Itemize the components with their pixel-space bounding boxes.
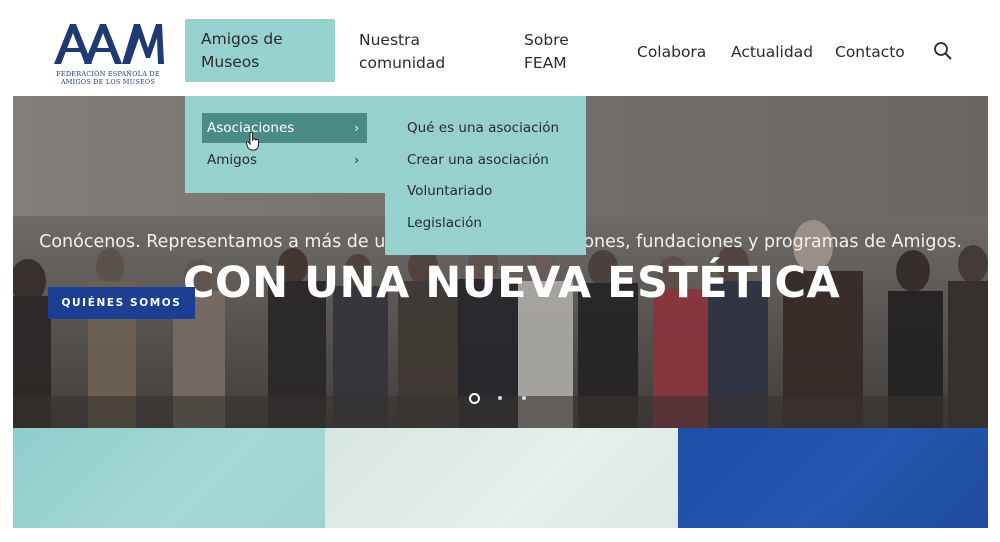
flyout-item-voluntariado[interactable]: Voluntariado [407, 181, 492, 201]
logo-text-line2: AMIGOS DE LOS MUSEOS [60, 78, 156, 86]
flyout-item-que-es-una-asociacion[interactable]: Qué es una asociación [407, 118, 559, 138]
nav-actualidad[interactable]: Actualidad [731, 41, 813, 64]
hand-cursor-icon [246, 132, 259, 151]
nav-label-line1: Sobre [524, 31, 569, 49]
asociaciones-flyout-menu: Qué es una asociación Crear una asociaci… [385, 96, 586, 255]
flyout-item-legislacion[interactable]: Legislación [407, 213, 482, 233]
logo-text-line1: FEDERACIÓN ESPAÑOLA DE [56, 70, 160, 78]
search-icon[interactable] [933, 41, 953, 61]
slider-dot-3[interactable] [522, 396, 526, 400]
nav-contacto[interactable]: Contacto [835, 41, 905, 64]
nav-label-line1: Amigos de [201, 30, 283, 48]
feature-tile-3[interactable] [678, 428, 988, 528]
chevron-right-icon: › [354, 153, 359, 167]
nav-nuestra-comunidad[interactable]: Nuestra comunidad [359, 29, 445, 75]
feam-logo[interactable]: FEDERACIÓN ESPAÑOLA DE AMIGOS DE LOS MUS… [50, 18, 166, 88]
nav-label-line2: comunidad [359, 54, 446, 72]
nav-sobre-feam[interactable]: Sobre FEAM [524, 29, 569, 75]
nav-label-line2: Museos [201, 53, 260, 71]
slider-dot-1[interactable] [469, 393, 480, 404]
submenu-item-label: Amigos [207, 152, 257, 168]
submenu-item-amigos[interactable]: Amigos › [202, 145, 367, 175]
browser-viewport: FEDERACIÓN ESPAÑOLA DE AMIGOS DE LOS MUS… [13, 8, 988, 528]
amigos-de-museos-submenu: Asociaciones › Amigos › [185, 96, 388, 193]
feature-tile-2[interactable] [325, 428, 678, 528]
feature-tile-1[interactable] [13, 428, 325, 528]
nav-label-line1: Nuestra [359, 31, 420, 49]
hero-title: CON UNA NUEVA ESTÉTICA [183, 258, 841, 308]
quienes-somos-button[interactable]: QUIÉNES SOMOS [48, 287, 195, 319]
logo-mark-icon [54, 24, 164, 64]
chevron-right-icon: › [354, 121, 359, 135]
flyout-item-crear-una-asociacion[interactable]: Crear una asociación [407, 150, 549, 170]
nav-label-line2: FEAM [524, 54, 567, 72]
site-header: FEDERACIÓN ESPAÑOLA DE AMIGOS DE LOS MUS… [13, 8, 988, 96]
nav-colabora[interactable]: Colabora [637, 41, 706, 64]
submenu-item-asociaciones[interactable]: Asociaciones › [202, 113, 367, 143]
slider-dot-2[interactable] [498, 396, 502, 400]
nav-amigos-de-museos[interactable]: Amigos de Museos [185, 19, 335, 82]
